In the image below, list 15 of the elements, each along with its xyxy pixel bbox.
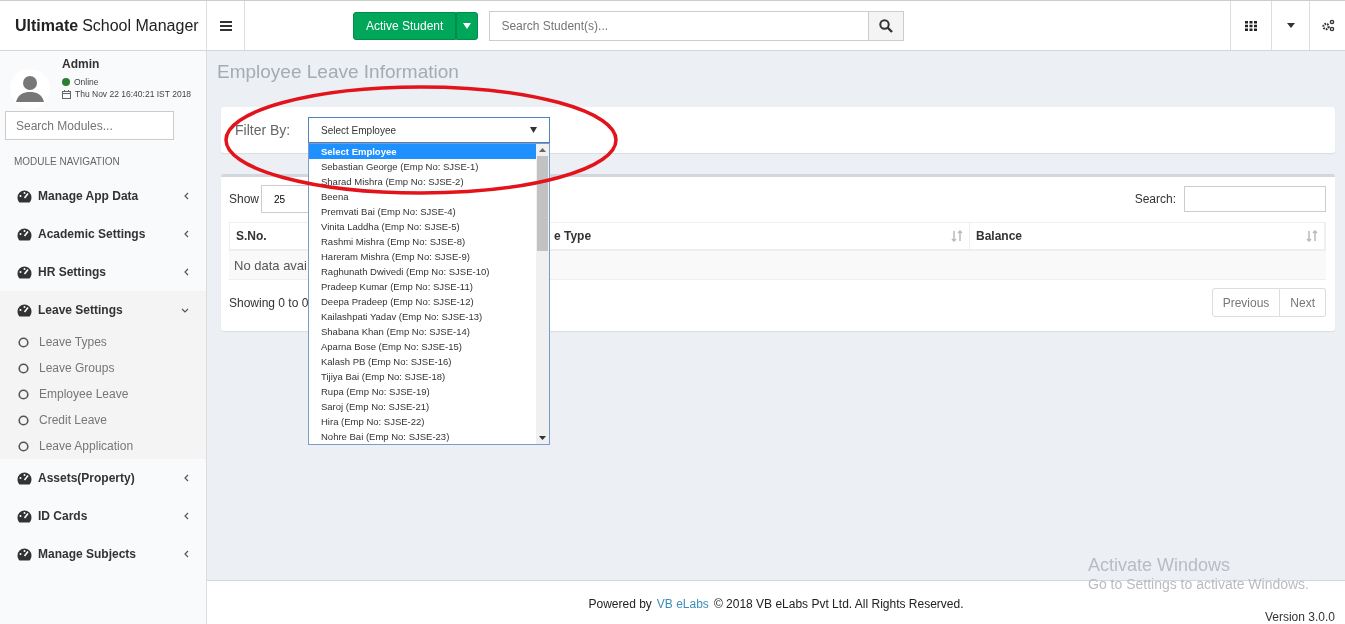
- page-title: Employee Leave Information: [217, 61, 460, 83]
- show-label: Show: [229, 192, 260, 206]
- activation-text: Go to Settings to activate Windows.: [1088, 576, 1309, 592]
- user-status: Online: [74, 76, 99, 88]
- footer-text: Powered by: [588, 597, 652, 611]
- login-datetime: Thu Nov 22 16:40:21 IST 2018: [75, 88, 192, 100]
- version-text: Version 3.0.0: [1264, 611, 1335, 624]
- empty-table-message: No data avai: [234, 257, 307, 273]
- search-label: Search:: [1134, 192, 1176, 206]
- user-name: Admin: [62, 57, 101, 71]
- table-info: Showing 0 to 0: [229, 295, 309, 310]
- nav-header: MODULE NAVIGATION: [13, 155, 121, 169]
- filter-label: Filter By:: [235, 122, 292, 138]
- app-title: Ultimate School Manager: [0, 1, 207, 50]
- copyright-text: © 2018 VB eLabs Pvt Ltd. All Rights Reserved.: [713, 597, 964, 611]
